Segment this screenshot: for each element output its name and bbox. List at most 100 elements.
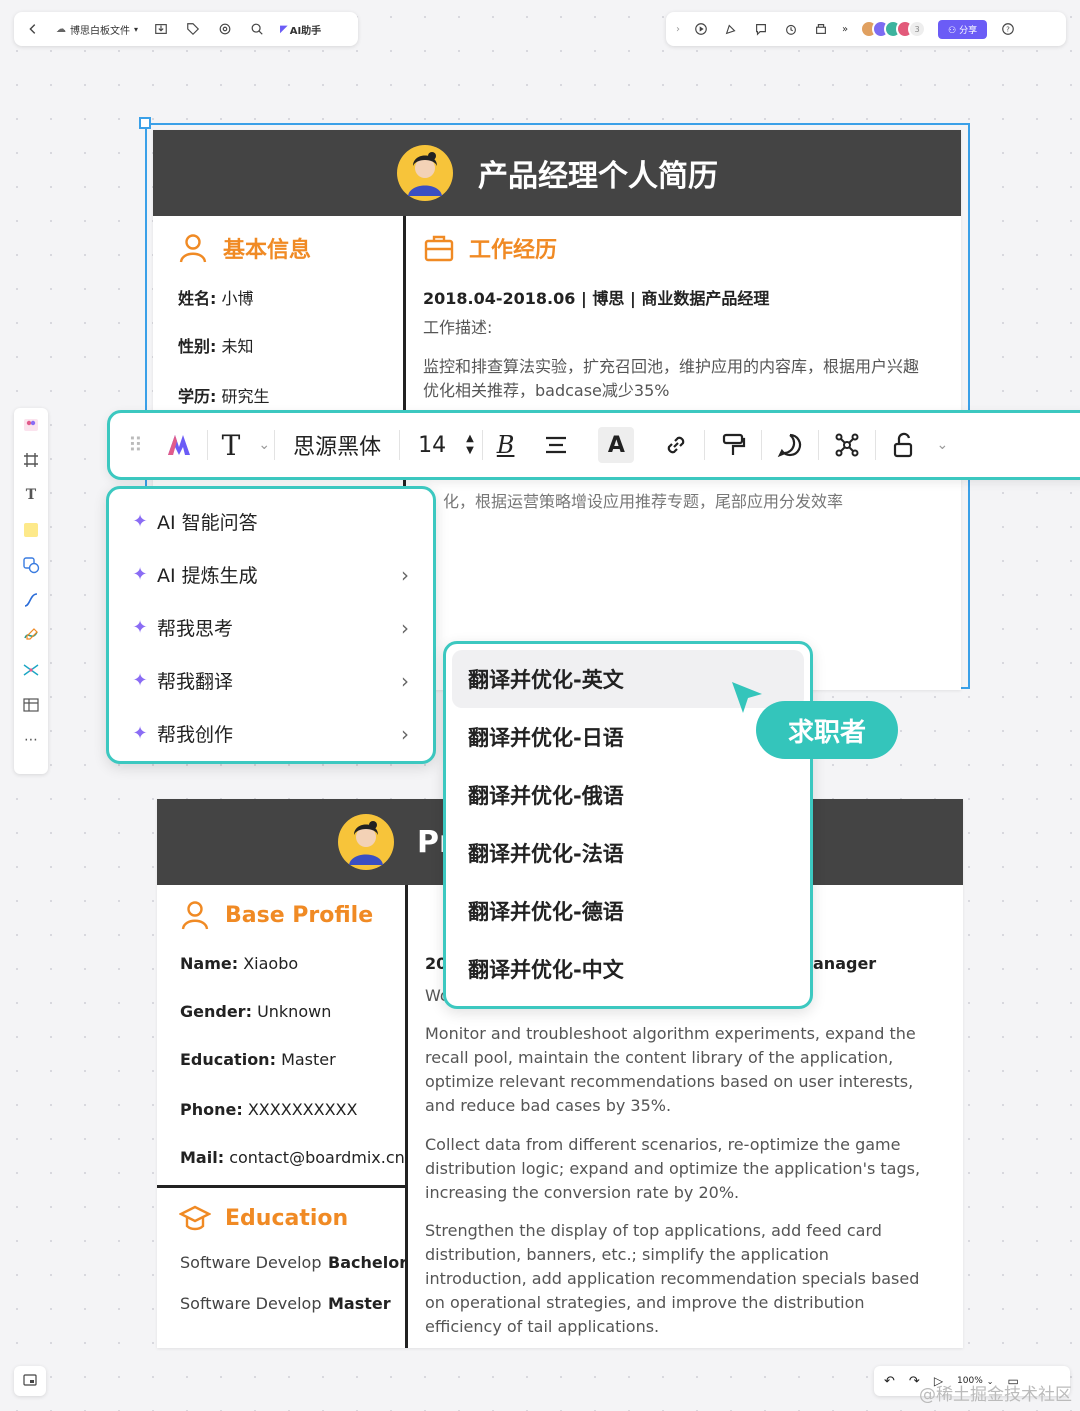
more-chevron-icon[interactable]: » — [842, 24, 848, 35]
collaborator-avatars[interactable]: 3 — [860, 20, 927, 38]
ai-menu: ✦ AI 智能问答 ✦ AI 提炼生成 › ✦ 帮我思考 › ✦ 帮我翻译 › … — [106, 486, 436, 764]
translate-german[interactable]: 翻译并优化-德语 — [446, 882, 810, 940]
search-icon[interactable] — [248, 20, 266, 38]
edu-row: Software Develop Bachelor — [180, 1251, 407, 1275]
collaborator-badge: 求职者 — [756, 701, 898, 759]
translate-japanese[interactable]: 翻译并优化-日语 — [446, 708, 810, 766]
align-icon[interactable] — [528, 423, 584, 467]
minimap-icon[interactable] — [23, 1373, 37, 1390]
chevron-right-icon[interactable]: › — [676, 24, 680, 35]
edu-degree: Master — [328, 1294, 391, 1313]
font-size-input[interactable]: 14 — [400, 423, 458, 467]
menu-item-ai-qa[interactable]: ✦ AI 智能问答 — [109, 495, 433, 548]
play-icon[interactable] — [692, 20, 710, 38]
font-size-stepper-icon[interactable]: ▲ ▼ — [458, 423, 482, 467]
ai-assistant-label: AI助手 — [289, 25, 322, 37]
chevron-down-icon[interactable]: ⌄ — [932, 423, 952, 467]
cn-field-gender: 性别: 未知 — [178, 333, 254, 357]
cn-job-line: 2018.04-2018.06 | 博思 | 商业数据产品经理 — [423, 289, 770, 308]
field-value: 未知 — [221, 337, 254, 356]
field-label: Phone: — [180, 1100, 243, 1119]
sparkle-icon: ✦ — [132, 511, 148, 532]
sparkle-icon: ✦ — [132, 670, 148, 691]
user-icon — [179, 234, 207, 263]
chevron-right-icon: › — [401, 615, 409, 640]
basic-info-label: 基本信息 — [223, 238, 312, 263]
text-style-icon[interactable]: T — [208, 423, 255, 467]
mindmap-icon[interactable] — [20, 659, 42, 681]
back-icon[interactable] — [24, 20, 42, 38]
menu-item-translate[interactable]: ✦ 帮我翻译 › — [109, 654, 433, 707]
field-label: Gender: — [180, 1002, 252, 1021]
en-para-2: Collect data from different scenarios, r… — [425, 1135, 921, 1202]
text-color-icon[interactable]: A — [584, 423, 648, 467]
chevron-down-icon[interactable]: ⌄ — [254, 423, 274, 467]
unlock-icon[interactable] — [876, 423, 932, 467]
translate-russian[interactable]: 翻译并优化-俄语 — [446, 766, 810, 824]
cn-resume-title: 产品经理个人简历 — [478, 159, 718, 194]
comment-icon[interactable] — [762, 423, 818, 467]
tag-icon[interactable] — [184, 20, 202, 38]
sparkle-icon: ✦ — [132, 564, 148, 585]
ai-assistant-button[interactable]: ◤ AI助手 — [280, 22, 321, 37]
field-label: 性别: — [178, 337, 217, 356]
sparkle-icon: ✦ — [132, 723, 148, 744]
undo-icon[interactable]: ↶ — [884, 1374, 895, 1389]
menu-item-ai-generate[interactable]: ✦ AI 提炼生成 › — [109, 548, 433, 601]
translate-chinese[interactable]: 翻译并优化-中文 — [446, 940, 810, 998]
bold-icon[interactable]: B — [483, 423, 529, 467]
edu-row: Software Develop Master — [180, 1292, 391, 1316]
link-icon[interactable] — [648, 423, 704, 467]
watermark: @稀土掘金技术社区 — [919, 1385, 1072, 1405]
edu-major: Software Develop — [180, 1253, 322, 1272]
top-left-toolbar: ☁ 博思白板文件 ▾ ◤ AI助手 — [14, 12, 358, 46]
drag-handle-icon[interactable]: ⠿ — [120, 423, 151, 467]
celebrate-icon[interactable] — [722, 20, 740, 38]
download-icon[interactable] — [152, 20, 170, 38]
pen-icon[interactable] — [20, 624, 42, 646]
menu-item-create[interactable]: ✦ 帮我创作 › — [109, 707, 433, 760]
field-value: contact@boardmix.cn — [229, 1148, 405, 1167]
sticky-note-icon[interactable] — [20, 519, 42, 541]
more-icon[interactable]: ⋯ — [20, 729, 42, 751]
education-label: Education — [225, 1205, 349, 1231]
field-value: 小博 — [221, 289, 254, 308]
vote-icon[interactable] — [812, 20, 830, 38]
share-label: 分享 — [959, 25, 978, 36]
cn-resume-header: 产品经理个人简历 — [153, 130, 961, 216]
help-icon[interactable]: ? — [999, 20, 1017, 38]
user-icon — [181, 901, 209, 930]
timer-icon[interactable] — [782, 20, 800, 38]
menu-item-label: 帮我翻译 — [157, 671, 234, 693]
translate-french[interactable]: 翻译并优化-法语 — [446, 824, 810, 882]
floating-text-toolbar: ⠿ T ⌄ 思源黑体 14 ▲ ▼ B A ⌄ — [107, 410, 1080, 480]
text-icon[interactable]: T — [20, 484, 42, 506]
frame-icon[interactable] — [20, 449, 42, 471]
field-label: Name: — [180, 954, 239, 973]
graduation-cap-icon — [179, 1205, 211, 1231]
share-button[interactable]: ⚇ 分享 — [938, 19, 988, 39]
top-right-toolbar: › » 3 ⚇ 分享 ? — [666, 12, 1066, 46]
menu-item-think[interactable]: ✦ 帮我思考 › — [109, 601, 433, 654]
font-family-select[interactable]: 思源黑体 — [275, 423, 399, 467]
field-label: 学历: — [178, 387, 217, 406]
basic-info-title: 基本信息 — [177, 232, 311, 264]
template-icon[interactable] — [20, 414, 42, 436]
cn-field-education: 学历: 研究生 — [178, 383, 270, 407]
shape-icon[interactable] — [20, 554, 42, 576]
menu-item-label: 帮我思考 — [157, 618, 234, 640]
connector-icon[interactable] — [20, 589, 42, 611]
selection-handle[interactable] — [139, 117, 151, 129]
chevron-down-icon[interactable]: ▾ — [134, 25, 138, 34]
comment-icon[interactable] — [752, 20, 770, 38]
work-experience-title: 工作经历 — [423, 232, 557, 264]
gear-icon[interactable] — [216, 20, 234, 38]
mindmap-icon[interactable] — [819, 423, 875, 467]
ai-assistant-icon[interactable] — [151, 423, 207, 467]
file-name[interactable]: 博思白板文件 — [70, 22, 130, 37]
format-painter-icon[interactable] — [705, 423, 761, 467]
cn-desc-line-2: 优化相关推荐，badcase减少35% — [423, 381, 670, 400]
table-icon[interactable] — [20, 694, 42, 716]
field-value: XXXXXXXXXX — [247, 1100, 358, 1119]
svg-text:?: ? — [1006, 26, 1010, 34]
